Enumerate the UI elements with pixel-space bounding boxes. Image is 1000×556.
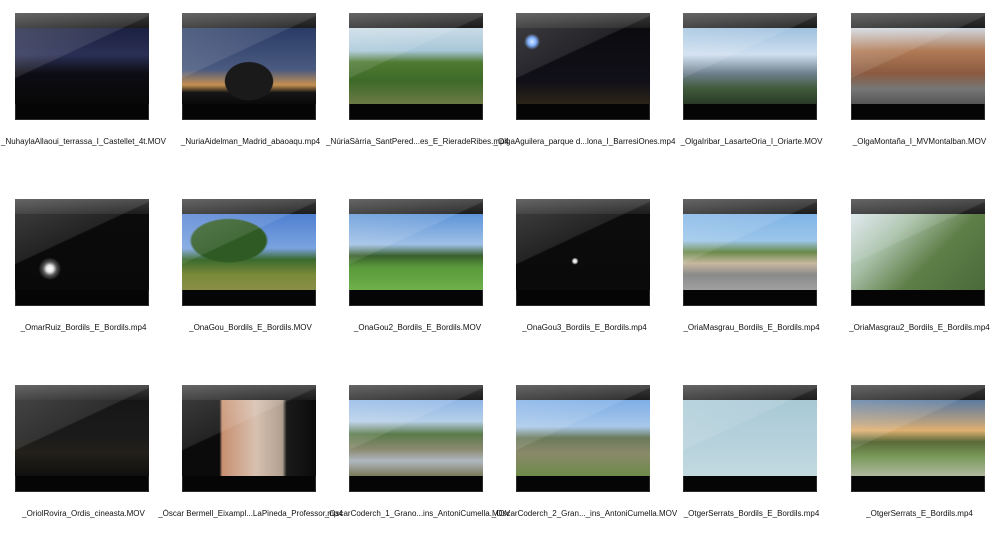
file-name-label[interactable]: _OlgaIribar_LasarteOria_I_Oriarte.MOV (658, 137, 845, 146)
video-thumbnail[interactable] (851, 199, 985, 306)
video-thumbnail[interactable] (182, 199, 316, 306)
video-thumbnail[interactable] (15, 385, 149, 492)
video-thumbnail[interactable] (15, 13, 149, 120)
thumbnail-letterbox-top (851, 199, 985, 214)
video-thumbnail[interactable] (516, 385, 650, 492)
file-name-label[interactable]: _OtgerSerrats_Bordils_E_Bordils.mp4 (658, 509, 845, 518)
file-name-label[interactable]: _NuriaAidelman_Madrid_abaoaqu.mp4 (157, 137, 344, 146)
thumbnail-letterbox-top (349, 199, 483, 214)
file-name-label[interactable]: _Òscar Bermell_Eixampl...LaPineda_Profes… (157, 509, 344, 518)
file-name-label[interactable]: _OlgaMontaña_I_MVMontalban.MOV (826, 137, 1000, 146)
thumbnail-letterbox-top (683, 199, 817, 214)
file-name-label[interactable]: _NuhaylaAllaoui_terrassa_I_Castellet_4t.… (0, 137, 177, 146)
file-name-label[interactable]: _OnaGou3_Bordils_E_Bordils.mp4 (491, 323, 678, 332)
video-thumbnail[interactable] (182, 385, 316, 492)
thumbnail-letterbox-top (851, 385, 985, 400)
thumbnail-letterbox-top (182, 385, 316, 400)
file-name-label[interactable]: _NúriaSàrria_SantPered...es_E_RieradeRib… (324, 137, 511, 146)
thumbnail-frame (683, 214, 817, 290)
video-thumbnail[interactable] (683, 199, 817, 306)
thumbnail-frame (683, 28, 817, 104)
video-thumbnail[interactable] (349, 199, 483, 306)
video-thumbnail[interactable] (516, 13, 650, 120)
thumbnail-frame (182, 28, 316, 104)
thumbnail-letterbox-top (683, 13, 817, 28)
thumbnail-frame (15, 400, 149, 476)
thumbnail-frame (516, 28, 650, 104)
thumbnail-frame (15, 214, 149, 290)
file-item[interactable]: _OlgaIribar_LasarteOria_I_Oriarte.MOV (668, 0, 835, 186)
file-item[interactable]: _OlgaMontaña_I_MVMontalban.MOV (836, 0, 1000, 186)
thumbnail-letterbox-top (15, 199, 149, 214)
thumbnail-frame (851, 400, 985, 476)
thumbnail-letterbox-top (15, 13, 149, 28)
file-name-label[interactable]: _OtgerSerrats_E_Bordils.mp4 (826, 509, 1000, 518)
file-item[interactable]: _OnaGou3_Bordils_E_Bordils.mp4 (501, 186, 668, 372)
thumbnail-letterbox-top (516, 199, 650, 214)
thumbnail-frame (182, 214, 316, 290)
thumbnail-frame (516, 214, 650, 290)
thumbnail-frame (851, 214, 985, 290)
file-name-label[interactable]: _OscarCoderch_1_Grano...ins_AntoniCumell… (324, 509, 511, 518)
thumbnail-frame (349, 214, 483, 290)
thumbnail-letterbox-top (851, 13, 985, 28)
video-thumbnail[interactable] (516, 199, 650, 306)
thumbnail-frame (349, 400, 483, 476)
file-item[interactable]: _Òscar Bermell_Eixampl...LaPineda_Profes… (158, 372, 343, 556)
file-name-label[interactable]: _OriaMasgrau_Bordils_E_Bordils.mp4 (658, 323, 845, 332)
video-thumbnail[interactable] (15, 199, 149, 306)
file-item[interactable]: _OscarCoderch_2_Gran..._ins_AntoniCumell… (492, 372, 677, 556)
file-name-label[interactable]: _OnaGou_Bordils_E_Bordils.MOV (157, 323, 344, 332)
thumbnail-letterbox-top (182, 13, 316, 28)
file-name-label[interactable]: _OriolRovira_Ordis_cineasta.MOV (0, 509, 177, 518)
thumbnail-frame (15, 28, 149, 104)
video-thumbnail[interactable] (683, 385, 817, 492)
file-item[interactable]: _NúriaSàrria_SantPered...es_E_RieradeRib… (326, 0, 509, 186)
file-item[interactable]: _OlgaAguilera_parque d...lona_I_BarresiO… (494, 0, 675, 186)
file-name-label[interactable]: _OnaGou2_Bordils_E_Bordils.MOV (324, 323, 511, 332)
file-item[interactable]: _OriaMasgrau_Bordils_E_Bordils.mp4 (668, 186, 835, 372)
file-grid: _NuhaylaAllaoui_terrassa_I_Castellet_4t.… (0, 0, 1000, 556)
thumbnail-letterbox-top (516, 385, 650, 400)
thumbnail-frame (683, 400, 817, 476)
file-item[interactable]: _OscarCoderch_1_Grano...ins_AntoniCumell… (325, 372, 510, 556)
thumbnail-letterbox-top (349, 385, 483, 400)
thumbnail-letterbox-top (349, 13, 483, 28)
thumbnail-letterbox-top (683, 385, 817, 400)
thumbnail-frame (851, 28, 985, 104)
video-thumbnail[interactable] (349, 13, 483, 120)
file-item[interactable]: _OnaGou2_Bordils_E_Bordils.MOV (334, 186, 501, 372)
file-name-label[interactable]: _OscarCoderch_2_Gran..._ins_AntoniCumell… (491, 509, 678, 518)
file-item[interactable]: _OnaGou_Bordils_E_Bordils.MOV (167, 186, 334, 372)
thumbnail-letterbox-top (516, 13, 650, 28)
file-item[interactable]: _OriolRovira_Ordis_cineasta.MOV (0, 372, 167, 556)
file-item[interactable]: _NuriaAidelman_Madrid_abaoaqu.mp4 (167, 0, 334, 186)
thumbnail-frame (182, 400, 316, 476)
thumbnail-frame (516, 400, 650, 476)
file-item[interactable]: _OmarRuiz_Bordils_E_Bordils.mp4 (0, 186, 167, 372)
video-thumbnail[interactable] (349, 385, 483, 492)
file-name-label[interactable]: _OlgaAguilera_parque d...lona_I_BarresiO… (491, 137, 678, 146)
video-thumbnail[interactable] (851, 385, 985, 492)
video-thumbnail[interactable] (182, 13, 316, 120)
thumbnail-letterbox-top (15, 385, 149, 400)
file-item[interactable]: _OtgerSerrats_Bordils_E_Bordils.mp4 (668, 372, 835, 556)
thumbnail-letterbox-top (182, 199, 316, 214)
file-name-label[interactable]: _OmarRuiz_Bordils_E_Bordils.mp4 (0, 323, 177, 332)
file-item[interactable]: _NuhaylaAllaoui_terrassa_I_Castellet_4t.… (0, 0, 167, 186)
file-item[interactable]: _OriaMasgrau2_Bordils_E_Bordils.mp4 (836, 186, 1000, 372)
file-item[interactable]: _OtgerSerrats_E_Bordils.mp4 (836, 372, 1000, 556)
video-thumbnail[interactable] (683, 13, 817, 120)
thumbnail-frame (349, 28, 483, 104)
video-thumbnail[interactable] (851, 13, 985, 120)
file-name-label[interactable]: _OriaMasgrau2_Bordils_E_Bordils.mp4 (826, 323, 1000, 332)
